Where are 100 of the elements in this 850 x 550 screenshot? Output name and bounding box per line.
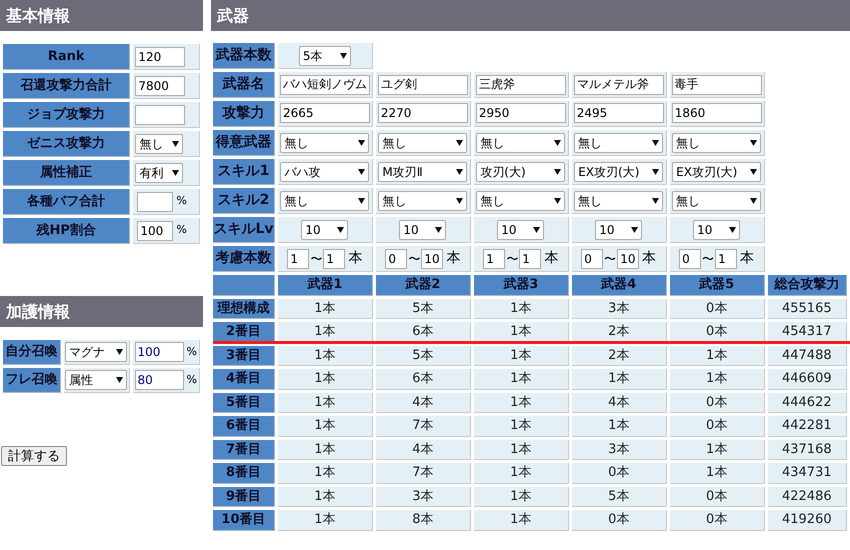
- input-field[interactable]: マルメテル斧: [574, 74, 664, 94]
- table-cell: 8本: [376, 510, 471, 530]
- input-field[interactable]: 1: [287, 248, 310, 268]
- input-field[interactable]: 2270: [378, 103, 468, 124]
- input-field[interactable]: バハ短剣ノヴム: [280, 74, 370, 94]
- table-cell: 419260: [768, 510, 847, 530]
- table-cell: 422486: [768, 486, 847, 507]
- input-field[interactable]: 2665: [280, 103, 370, 124]
- dropdown[interactable]: 属性: [65, 370, 128, 390]
- calculate-button[interactable]: 計算する: [1, 446, 67, 466]
- dropdown[interactable]: 無し: [476, 132, 566, 152]
- input-field[interactable]: 1: [715, 248, 738, 268]
- caret-icon: [750, 198, 758, 204]
- input-field[interactable]: 10: [421, 248, 444, 268]
- column-header: 総合攻撃力: [768, 275, 847, 296]
- table-cell: 1本: [474, 369, 569, 390]
- input-field[interactable]: 毒手: [672, 74, 762, 94]
- dropdown[interactable]: EX攻刃(大): [574, 162, 664, 182]
- input-field[interactable]: 7800: [135, 76, 186, 96]
- input-field[interactable]: [135, 104, 186, 124]
- table-cell: 2本: [572, 322, 667, 342]
- input-field[interactable]: [137, 192, 174, 212]
- input-field[interactable]: 1: [323, 248, 346, 268]
- table-cell: 1本: [278, 392, 373, 413]
- dropdown[interactable]: 10: [399, 220, 446, 240]
- dropdown[interactable]: 10: [301, 220, 348, 240]
- table-cell: 5本: [376, 298, 471, 319]
- caret-icon: [358, 140, 366, 146]
- table-cell: 0本: [572, 510, 667, 530]
- caret-icon: [172, 170, 180, 176]
- input-field[interactable]: 0: [679, 248, 702, 268]
- field-label: スキル1: [213, 159, 275, 185]
- input-field[interactable]: 100: [134, 342, 184, 362]
- caret-icon: [358, 168, 366, 174]
- dropdown[interactable]: 10: [595, 220, 642, 240]
- table-cell: 1本: [474, 440, 569, 460]
- unit-label: %: [186, 372, 197, 388]
- field-label: 武器名: [213, 72, 275, 98]
- dropdown[interactable]: 無し: [574, 190, 664, 210]
- table-cell: 1本: [572, 416, 667, 436]
- dropdown[interactable]: 有利: [135, 162, 184, 182]
- field-label: スキル2: [213, 188, 275, 214]
- column-header: 武器1: [278, 275, 373, 296]
- input-field[interactable]: 80: [134, 370, 184, 390]
- table-cell: 0本: [670, 392, 765, 413]
- dropdown[interactable]: バハ攻: [280, 162, 370, 182]
- table-cell: 454317: [768, 322, 847, 342]
- input-field[interactable]: 1: [519, 248, 542, 268]
- table-cell: 1本: [670, 463, 765, 484]
- table-cell: 1本: [572, 369, 667, 390]
- input-field[interactable]: 120: [135, 46, 186, 66]
- input-field[interactable]: 2950: [476, 103, 566, 124]
- input-field[interactable]: 0: [385, 248, 408, 268]
- table-cell: 0本: [670, 416, 765, 436]
- table-cell: 1本: [474, 416, 569, 436]
- dropdown[interactable]: 無し: [476, 190, 566, 210]
- caret-icon: [729, 226, 736, 232]
- range-separator: 〜: [702, 250, 714, 268]
- table-cell: 7本: [376, 463, 471, 484]
- dropdown[interactable]: 5本: [298, 46, 351, 66]
- unit-label: 本: [642, 249, 656, 268]
- caret-icon: [340, 52, 347, 58]
- caret-icon: [337, 226, 344, 232]
- dropdown[interactable]: 無し: [672, 190, 762, 210]
- table-cell: 437168: [768, 440, 847, 460]
- table-cell: 3本: [376, 486, 471, 507]
- dropdown[interactable]: 無し: [280, 132, 370, 152]
- input-field[interactable]: 100: [137, 220, 174, 240]
- dropdown[interactable]: 攻刃(大): [476, 162, 566, 182]
- dropdown[interactable]: 無し: [378, 132, 468, 152]
- field-label: ゼニス攻撃力: [3, 131, 130, 157]
- unit-label: 本: [740, 249, 754, 268]
- dropdown[interactable]: 10: [693, 220, 740, 240]
- dropdown[interactable]: マグナ: [65, 342, 128, 362]
- input-field[interactable]: 0: [581, 248, 604, 268]
- dropdown[interactable]: 10: [497, 220, 544, 240]
- table-cell: 4本: [376, 392, 471, 413]
- dropdown[interactable]: M攻刃Ⅱ: [378, 162, 468, 182]
- caret-icon: [652, 140, 660, 146]
- row-header: 2番目: [213, 322, 275, 342]
- table-cell: 1本: [670, 440, 765, 460]
- field-label: スキルLv: [213, 217, 275, 243]
- input-field[interactable]: 1860: [672, 103, 762, 124]
- input-field[interactable]: 10: [617, 248, 640, 268]
- input-field[interactable]: ユグ剣: [378, 74, 468, 94]
- dropdown[interactable]: 無し: [280, 190, 370, 210]
- input-field[interactable]: 1: [483, 248, 506, 268]
- table-cell: 1本: [670, 369, 765, 390]
- dropdown[interactable]: EX攻刃(大): [672, 162, 762, 182]
- caret-icon: [652, 198, 660, 204]
- dropdown[interactable]: 無し: [574, 132, 664, 152]
- input-field[interactable]: 三虎斧: [476, 74, 566, 94]
- dropdown[interactable]: 無し: [135, 134, 184, 154]
- row-header: 5番目: [213, 392, 275, 413]
- input-field[interactable]: 2495: [574, 103, 664, 124]
- table-cell: 0本: [670, 298, 765, 319]
- dropdown[interactable]: 無し: [378, 190, 468, 210]
- dropdown[interactable]: 無し: [672, 132, 762, 152]
- caret-icon: [172, 140, 180, 146]
- table-cell: 0本: [670, 510, 765, 530]
